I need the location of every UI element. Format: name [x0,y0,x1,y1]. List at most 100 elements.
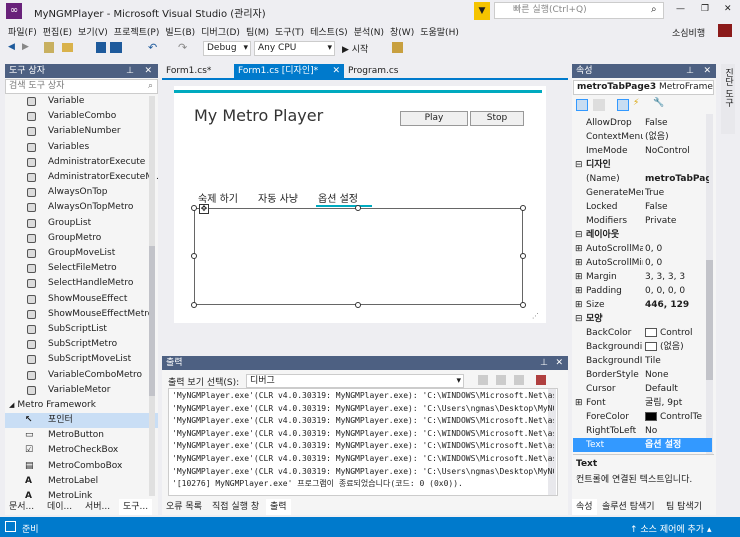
clear-all-icon[interactable] [536,375,546,385]
quick-launch-input[interactable]: 빠른 실행(Ctrl+Q) [494,2,664,19]
play-button[interactable]: Play [400,111,468,126]
property-row[interactable]: GenerateMemTrue [573,186,712,200]
close-icon[interactable]: ✕ [555,356,563,370]
property-value[interactable]: Default [645,382,709,396]
property-value[interactable]: No [645,424,709,438]
pin-icon[interactable]: ⊥ [540,356,548,370]
toolbox-item[interactable]: VariableNumber [5,124,158,139]
source-control-button[interactable]: ↑ 소스 제어에 추가 ▴ [630,522,711,535]
form-tab[interactable]: 자동 사냥 [258,190,298,205]
toolbox-bottom-tab[interactable]: 도구... [119,499,153,515]
toolbox-bottom-tab[interactable]: 서버... [81,499,114,515]
property-row[interactable]: Text 옵션 설정 [573,438,712,452]
toolbox-item[interactable]: AdministratorExecuteM... [5,170,158,185]
categorized-icon[interactable] [576,99,588,111]
toolbox-item[interactable]: GroupMetro [5,231,158,246]
output-bottom-tab[interactable]: 오류 목록 [162,499,206,515]
property-value[interactable]: 굴림, 9pt [645,396,709,410]
toolbox-metro-item[interactable]: ↖ 포인터 [5,413,158,429]
save-icon[interactable] [96,42,106,53]
property-row[interactable]: BackColor Control [573,326,712,340]
resize-handle-br[interactable] [520,302,526,308]
property-value[interactable]: True [645,186,709,200]
pin-icon[interactable]: ⊥ [126,64,134,78]
toolbox-item[interactable]: GroupMoveList [5,246,158,261]
property-value[interactable]: 옵션 설정 [645,438,709,452]
menu-item-2[interactable]: 보기(V) [78,25,114,38]
output-bottom-tab[interactable]: 출력 [266,499,291,515]
toolbox-bottom-tab[interactable]: 문서... [5,499,38,515]
close-icon[interactable]: ✕ [144,64,152,78]
menu-item-10[interactable]: 창(W) [390,25,420,38]
toolbox-item[interactable]: Variable [5,94,158,109]
toolbox-item[interactable]: SubScriptList [5,322,158,337]
resize-handle-bc[interactable] [355,302,361,308]
diagnostic-tools-tab[interactable]: 진단 도구 [721,64,735,134]
save-all-icon[interactable] [110,42,122,53]
toolbox-metro-item[interactable]: ▭ MetroButton [5,428,158,443]
property-value[interactable]: Control [645,326,709,340]
property-value[interactable]: None [645,368,709,382]
form-title[interactable]: My Metro Player [194,106,323,125]
expand-icon[interactable]: ⊞ [575,298,583,312]
close-tab-icon[interactable]: ✕ [332,64,340,78]
toolbox-item[interactable]: Variables [5,140,158,155]
property-row[interactable]: ForeColor ControlTe [573,410,712,424]
property-value[interactable]: 3, 3, 3, 3 [645,270,709,284]
tab-page-selection[interactable] [194,208,523,305]
property-row[interactable]: Locked False [573,200,712,214]
property-category[interactable]: ⊟ 모양 [573,312,712,326]
property-row[interactable]: ImeMode NoControl [573,144,712,158]
property-value[interactable]: (없음) [645,130,709,144]
alphabetical-icon[interactable] [593,99,605,111]
property-row[interactable]: ⊞ Size 446, 129 [573,298,712,312]
output-source-select[interactable]: 디버그 ▾ [246,374,464,388]
property-value[interactable]: NoControl [645,144,709,158]
platform-select[interactable]: Any CPU ▾ [254,41,335,56]
toolbox-item[interactable]: SubScriptMoveList [5,352,158,367]
resize-handle-tl[interactable] [191,205,197,211]
redo-icon[interactable]: ↷ [178,41,187,54]
menu-item-9[interactable]: 분석(N) [354,25,390,38]
menu-item-7[interactable]: 도구(T) [275,25,310,38]
toolbox-item[interactable]: SelectHandleMetro [5,276,158,291]
toolbox-metro-item[interactable]: ▤ MetroComboBox [5,459,158,474]
start-button[interactable]: ▶ 시작 [342,42,368,55]
property-row[interactable]: ⊞ Padding 0, 0, 0, 0 [573,284,712,298]
property-value[interactable]: 446, 129 [645,298,709,312]
property-value[interactable]: Tile [645,354,709,368]
events-icon[interactable]: ⚡ [633,98,639,108]
menu-item-11[interactable]: 도움말(H) [420,25,465,38]
property-value[interactable]: 0, 0 [645,256,709,270]
expand-icon[interactable]: ⊞ [575,242,583,256]
property-row[interactable]: AllowDrop False [573,116,712,130]
expand-icon[interactable]: ⊞ [575,270,583,284]
expand-icon[interactable]: ⊞ [575,256,583,270]
resize-handle-tr[interactable] [520,205,526,211]
properties-bottom-tab[interactable]: 팀 탐색기 [662,499,706,515]
toolbox-item[interactable]: AlwaysOnTop [5,185,158,200]
property-row[interactable]: Backgroundin (없음) [573,340,712,354]
restore-button[interactable]: ❐ [701,4,709,14]
property-row[interactable]: (Name) metroTabPag [573,172,712,186]
output-tool-icon[interactable] [478,375,488,385]
property-value[interactable]: False [645,200,709,214]
resize-handle-mr[interactable] [520,253,526,259]
property-row[interactable]: ContextMenu (없음) [573,130,712,144]
toolbox-item[interactable]: AdministratorExecute [5,155,158,170]
document-tab[interactable]: Form1.cs* [162,64,234,78]
open-icon[interactable] [62,43,73,52]
output-tool-icon[interactable] [496,375,506,385]
property-value[interactable]: False [645,116,709,130]
toolbox-item[interactable]: GroupList [5,216,158,231]
toolbox-item[interactable]: AlwaysOnTopMetro [5,200,158,215]
property-category[interactable]: ⊟ 디자인 [573,158,712,172]
move-handle-icon[interactable]: ✥ [199,204,209,214]
filter-icon[interactable]: ▼ [474,2,490,20]
close-icon[interactable]: ✕ [703,64,711,78]
toolbox-item[interactable]: SubScriptMetro [5,337,158,352]
property-row[interactable]: Cursor Default [573,382,712,396]
stop-button[interactable]: Stop [470,111,524,126]
toolbox-scrollbar[interactable] [149,96,155,496]
toolbox-item[interactable]: VariableMetor [5,383,158,398]
